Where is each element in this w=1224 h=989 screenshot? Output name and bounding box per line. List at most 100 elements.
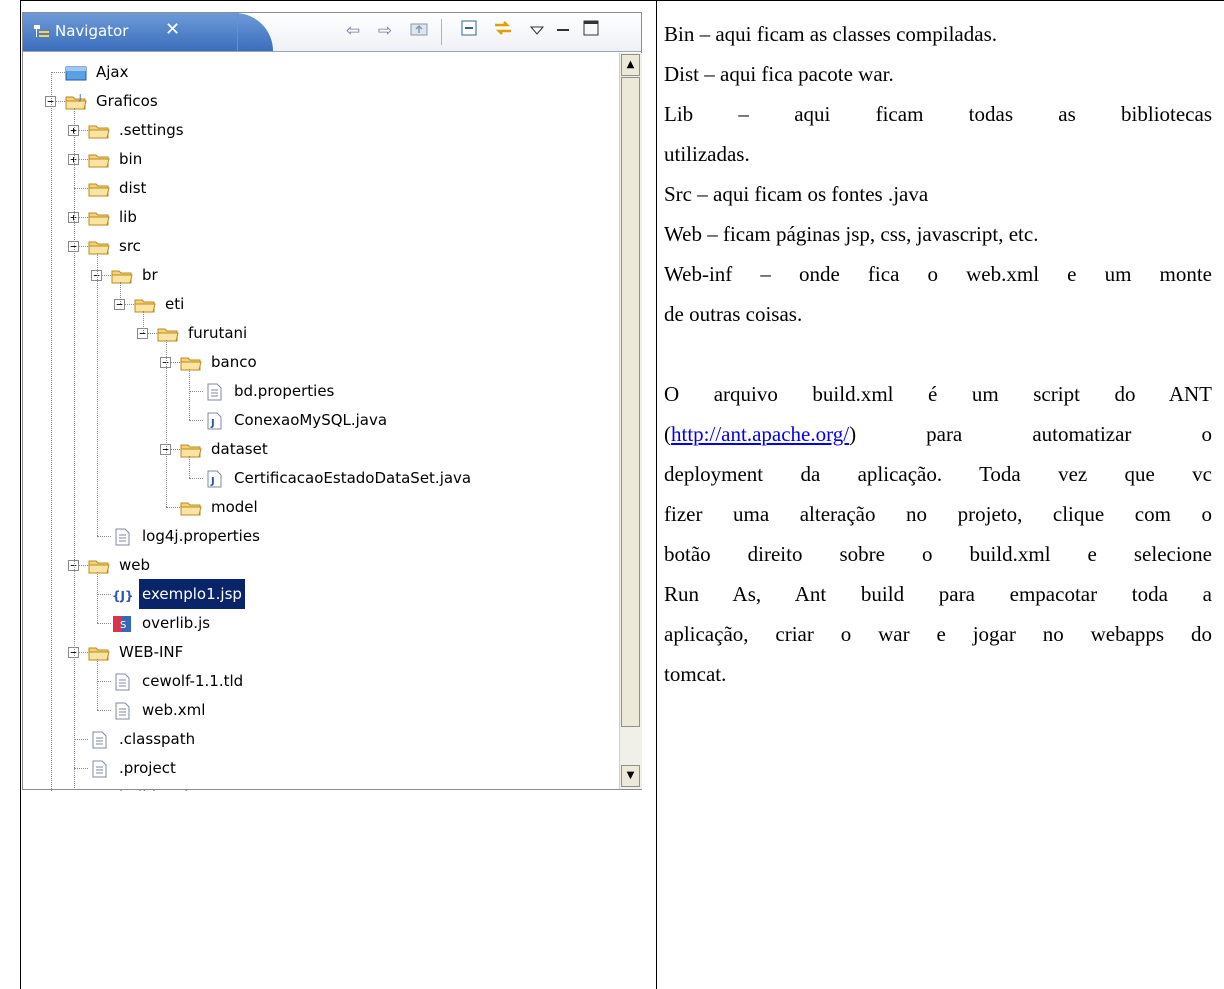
tree-item-label: .settings: [119, 121, 184, 139]
tree-item[interactable]: Ajax: [65, 57, 132, 87]
navigator-header: Navigator ✕ ⇦ ⇨: [23, 13, 641, 52]
java-file-icon: J: [203, 410, 225, 429]
tree-item[interactable]: .classpath: [88, 724, 198, 754]
text-line-lib: Lib – aqui ficam todas as bibliotecas: [664, 102, 1212, 126]
link-editor-icon[interactable]: [491, 19, 515, 43]
tree-item-label: src: [119, 237, 141, 255]
tree-item-label: .project: [119, 759, 176, 777]
tree-item[interactable]: web.xml: [111, 695, 208, 725]
tree-item-label: .classpath: [119, 730, 196, 748]
tree-item[interactable]: furutani: [157, 318, 250, 348]
tree-item-label: br: [142, 266, 158, 284]
tree-item[interactable]: eti: [134, 289, 187, 319]
tree-item-label: furutani: [188, 324, 248, 342]
build-para-line7: aplicação, criar o war e jogar no webapp…: [664, 622, 1212, 646]
build-para-line3: deployment da aplicação. Toda vez que vc: [664, 462, 1212, 486]
navigator-tree: Ajax − J Graficos + .settings + bin dist + lib − src…: [23, 53, 619, 791]
tree-guide-root: [51, 72, 52, 791]
text-file-icon: [88, 729, 110, 748]
build-para-line1: O arquivo build.xml é um script do ANT: [664, 382, 1212, 406]
ant-link[interactable]: http://ant.apache.org/: [671, 422, 849, 446]
tree-connector: [97, 536, 111, 537]
tree-item-label: build.xml: [116, 782, 191, 791]
tree-connector: [189, 420, 203, 421]
close-icon[interactable]: ✕: [165, 19, 180, 40]
build-para-line6: Run As, Ant build para empacotar toda a: [664, 582, 1212, 606]
tree-item-label: Ajax: [96, 63, 129, 81]
minimize-icon[interactable]: [551, 19, 575, 43]
tree-item-label: web: [119, 556, 151, 574]
folder-icon: [180, 439, 202, 457]
text-file-icon: [203, 381, 225, 400]
folder-icon: [88, 178, 110, 196]
folder-icon: [134, 294, 156, 312]
js-file-icon: S: [111, 613, 133, 632]
tree-guide: [166, 340, 167, 507]
tree-item-label: CertificacaoEstadoDataSet.java: [234, 469, 472, 487]
folder-icon: [180, 497, 202, 515]
forward-arrow-icon[interactable]: ⇨: [373, 19, 397, 43]
tree-item[interactable]: log4j.properties: [111, 521, 263, 551]
tree-guide: [97, 572, 98, 623]
scroll-up-icon[interactable]: ▲: [621, 54, 640, 76]
java-project-icon: J: [65, 91, 87, 109]
line2-rest: ) para automatizar o: [849, 422, 1212, 446]
tree-item-label: overlib.js: [142, 614, 211, 632]
maximize-icon[interactable]: [579, 19, 603, 43]
tree-connector: [74, 739, 88, 740]
tree-item[interactable]: cewolf-1.1.tld: [111, 666, 246, 696]
text-file-icon: [111, 700, 133, 719]
tree-item[interactable]: J ConexaoMySQL.java: [203, 405, 390, 435]
tree-item[interactable]: .project: [88, 753, 179, 783]
project-icon: [65, 62, 87, 80]
back-arrow-icon[interactable]: ⇦: [341, 19, 365, 43]
tree-item-label: bin: [119, 150, 143, 168]
tree-item[interactable]: bd.properties: [203, 376, 337, 406]
collapse-all-icon[interactable]: [457, 19, 481, 43]
folder-icon: [180, 352, 202, 370]
up-folder-icon[interactable]: [407, 19, 431, 43]
tree-item[interactable]: dataset: [180, 434, 271, 464]
tree-item[interactable]: {J} exemplo1.jsp: [111, 579, 245, 609]
text-line-lib-cont: utilizadas.: [664, 142, 750, 166]
tree-item-label: eti: [165, 295, 185, 313]
tree-item-label: dist: [119, 179, 147, 197]
tree-connector: [97, 681, 111, 682]
text-line-dist: Dist – aqui fica pacote war.: [664, 62, 894, 86]
toolbar-separator: [441, 19, 442, 45]
tree-item[interactable]: Soverlib.js: [111, 608, 213, 638]
folder-icon: [88, 642, 110, 660]
tree-item[interactable]: J Graficos: [65, 86, 161, 116]
build-para-line5: botão direito sobre o build.xml e seleci…: [664, 542, 1212, 566]
table-border-left: [20, 0, 21, 989]
tree-guide: [120, 282, 121, 304]
tree-item[interactable]: banco: [180, 347, 260, 377]
tree-item[interactable]: WEB-INF: [88, 637, 186, 667]
tree-item[interactable]: build.xml: [88, 782, 191, 791]
text-line-bin: Bin – aqui ficam as classes compiladas.: [664, 22, 997, 46]
vertical-scrollbar[interactable]: ▲ ▼: [619, 53, 642, 789]
tree-item[interactable]: J CertificacaoEstadoDataSet.java: [203, 463, 474, 493]
tree-item[interactable]: lib: [88, 202, 140, 232]
tree-item-label: exemplo1.jsp: [139, 579, 245, 609]
view-menu-icon[interactable]: [525, 19, 549, 43]
tree-item-label: Graficos: [96, 92, 158, 110]
folder-icon: [88, 120, 110, 138]
tree-guide: [74, 108, 75, 791]
svg-text:J: J: [210, 418, 215, 429]
tree-item-label: cewolf-1.1.tld: [142, 672, 244, 690]
tree-item[interactable]: br: [111, 260, 161, 290]
folder-icon: [88, 236, 110, 254]
scroll-down-icon[interactable]: ▼: [621, 765, 640, 787]
build-para-line2: (http://ant.apache.org/) para automatiza…: [664, 414, 1212, 454]
tree-item[interactable]: dist: [88, 173, 149, 203]
tree-item[interactable]: model: [180, 492, 261, 522]
tree-guide: [189, 456, 190, 478]
tree-item[interactable]: bin: [88, 144, 145, 174]
tab-navigator[interactable]: Navigator ✕: [23, 13, 238, 51]
tree-item[interactable]: .settings: [88, 115, 187, 145]
folder-icon: [111, 265, 133, 283]
scroll-thumb[interactable]: [621, 77, 640, 727]
tree-item-label: bd.properties: [234, 382, 335, 400]
